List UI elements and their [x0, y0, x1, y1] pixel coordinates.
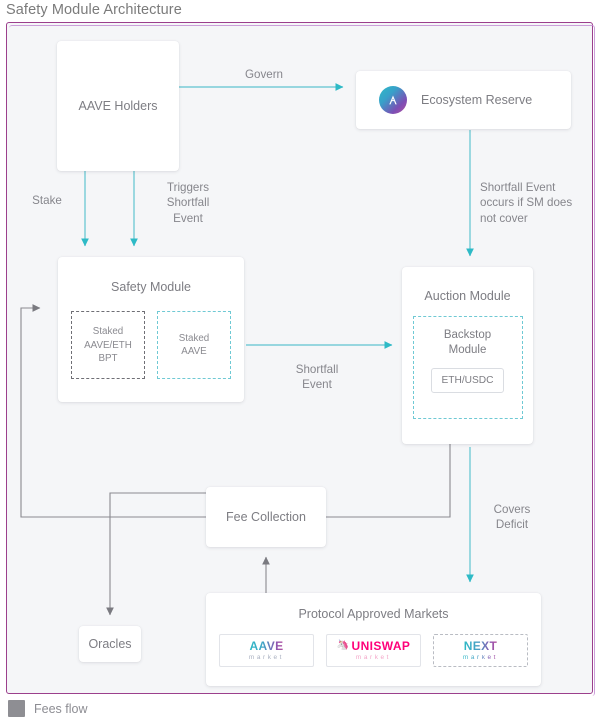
edge-label-stake: Stake: [32, 194, 62, 207]
node-oracles[interactable]: Oracles: [79, 626, 141, 662]
edge-fees-to-oracles: [106, 492, 206, 616]
legend-label-fees-flow: Fees flow: [34, 701, 88, 716]
backstop-module-title: Backstop Module: [443, 329, 492, 357]
market-chip-uniswap-sub: market: [355, 653, 392, 661]
sub-box-staked-aave[interactable]: Staked AAVE: [157, 311, 231, 380]
market-chip-next-brand: NEXT: [463, 638, 498, 653]
sub-box-staked-aave-eth-bpt-label: Staked AAVE/ETH BPT: [84, 326, 132, 364]
safety-module-sub-boxes: Staked AAVE/ETH BPT Staked AAVE: [71, 311, 231, 380]
sub-box-staked-aave-label: Staked AAVE: [178, 333, 210, 358]
next-wordmark-icon: NEXT: [464, 640, 498, 652]
market-chip-uniswap-brand: UNISWAP: [351, 638, 411, 653]
node-aave-holders[interactable]: AAVE Holders: [57, 41, 179, 171]
aave-logo-icon: [379, 86, 407, 114]
market-chip-next[interactable]: NEXT market: [433, 634, 528, 667]
edge-label-shortfall-occurs: Shortfall Event occurs if SM does not co…: [480, 181, 573, 225]
markets-title: Protocol Approved Markets: [298, 607, 449, 621]
diagram-root: Safety Module Architecture Govern Stake …: [0, 0, 600, 724]
uniswap-brand-row: 🦄 UNISWAP: [337, 640, 411, 652]
node-fee-collection-label: Fee Collection: [226, 509, 306, 524]
node-safety-module[interactable]: Safety Module Staked AAVE/ETH BPT Staked…: [58, 257, 244, 402]
backstop-pair-chip[interactable]: ETH/USDC: [431, 368, 504, 394]
aave-wordmark-icon: AAVE: [249, 640, 283, 652]
node-ecosystem-reserve-label: Ecosystem Reserve: [421, 92, 533, 107]
backstop-module-box[interactable]: Backstop Module ETH/USDC: [412, 316, 523, 420]
market-chip-aave-sub: market: [248, 653, 285, 661]
sub-box-staked-aave-eth-bpt[interactable]: Staked AAVE/ETH BPT: [71, 311, 145, 380]
node-ecosystem-reserve[interactable]: Ecosystem Reserve: [356, 71, 571, 129]
node-auction-module-title: Auction Module: [424, 289, 511, 303]
edge-label-govern: Govern: [244, 68, 284, 81]
diagram-canvas: Govern Stake Triggers Shortfall Event Sh…: [6, 22, 595, 696]
legend-swatch-fees-flow: [8, 700, 25, 717]
market-chip-uniswap[interactable]: 🦄 UNISWAP market: [326, 634, 421, 667]
market-chip-aave[interactable]: AAVE market: [219, 634, 314, 667]
unicorn-icon: 🦄: [336, 639, 350, 651]
market-chip-aave-brand: AAVE: [249, 638, 284, 653]
node-oracles-label: Oracles: [88, 636, 132, 651]
edge-label-shortfall-event: Shortfall Event: [295, 363, 339, 392]
page-title: Safety Module Architecture: [6, 2, 182, 18]
node-fee-collection[interactable]: Fee Collection: [206, 487, 326, 547]
legend: Fees flow: [8, 700, 88, 717]
edge-label-covers-deficit: Covers Deficit: [493, 503, 531, 532]
node-aave-holders-label: AAVE Holders: [78, 98, 158, 113]
node-protocol-approved-markets[interactable]: Protocol Approved Markets AAVE market 🦄 …: [206, 593, 541, 686]
node-safety-module-title: Safety Module: [111, 280, 191, 294]
node-auction-module[interactable]: Auction Module Backstop Module ETH/USDC: [402, 267, 533, 444]
edge-label-triggers-shortfall: Triggers Shortfall Event: [166, 181, 210, 225]
markets-row: AAVE market 🦄 UNISWAP market NEXT market: [219, 634, 528, 667]
market-chip-next-sub: market: [462, 653, 499, 661]
